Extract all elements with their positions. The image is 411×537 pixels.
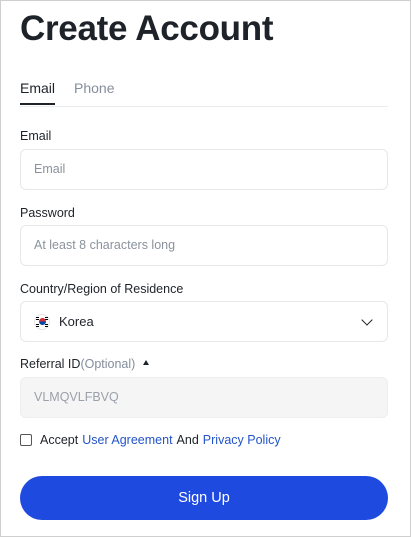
korea-flag-icon — [34, 313, 50, 330]
country-label: Country/Region of Residence — [20, 282, 184, 296]
chevron-down-icon — [361, 314, 373, 326]
signup-panel: Create Account Email Phone Email Passwor… — [0, 0, 411, 537]
sign-up-button[interactable]: Sign Up — [20, 476, 388, 520]
referral-field-wrapper — [20, 377, 388, 418]
tab-phone[interactable]: Phone — [74, 80, 114, 102]
privacy-policy-link[interactable]: Privacy Policy — [203, 433, 281, 447]
agreement-conjunction: And — [176, 433, 199, 447]
email-field-wrapper — [20, 149, 388, 190]
country-select[interactable]: Korea — [20, 301, 388, 342]
caret-up-icon[interactable] — [143, 360, 150, 366]
password-label: Password — [20, 206, 75, 220]
country-selected: Korea — [34, 302, 94, 341]
tab-email[interactable]: Email — [20, 80, 56, 105]
referral-id-field — [21, 378, 364, 415]
agreement-prefix: Accept — [40, 433, 79, 447]
agreement-checkbox[interactable] — [20, 434, 32, 446]
referral-label-text: Referral ID — [20, 357, 81, 371]
email-label: Email — [20, 129, 52, 143]
password-field[interactable] — [21, 226, 364, 263]
signup-method-tabs: Email Phone — [20, 80, 388, 107]
user-agreement-link[interactable]: User Agreement — [82, 433, 172, 447]
referral-label[interactable]: Referral ID(Optional) — [20, 357, 150, 371]
password-field-wrapper — [20, 225, 388, 266]
email-field[interactable] — [21, 150, 364, 187]
agreement-row: Accept User Agreement And Privacy Policy — [20, 432, 285, 448]
referral-optional-text: (Optional) — [80, 357, 136, 371]
country-selected-label: Korea — [59, 314, 94, 329]
page-title: Create Account — [20, 9, 274, 48]
